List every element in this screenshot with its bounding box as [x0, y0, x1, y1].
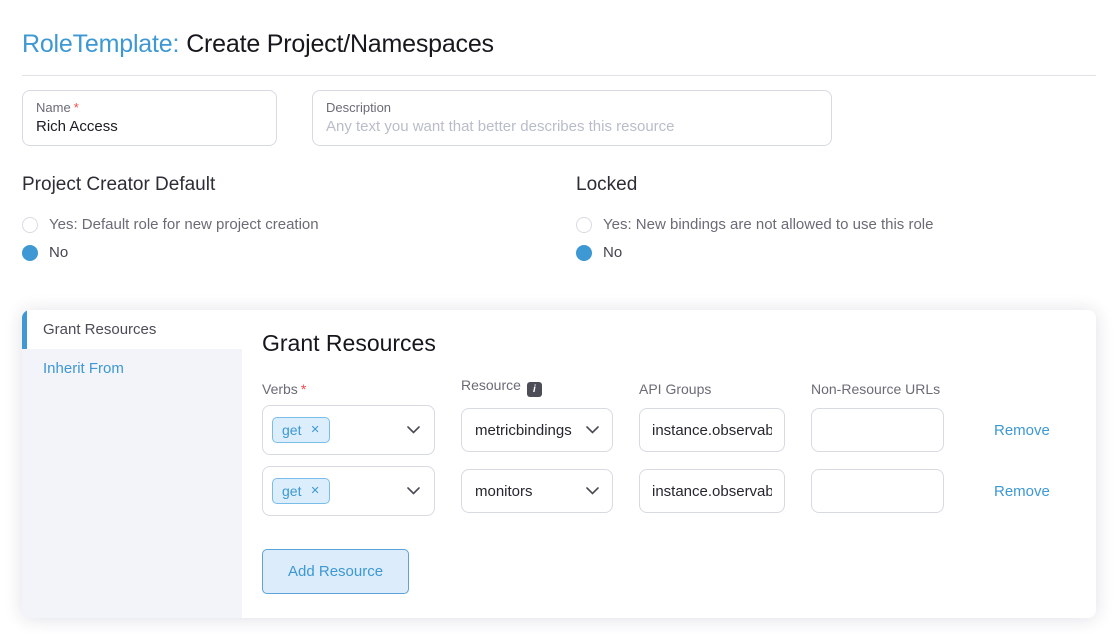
radio-sections: Project Creator Default Yes: Default rol…	[22, 174, 1096, 272]
resource-row: get ✕ monitors Remove	[262, 466, 1072, 516]
radio-project-default-yes[interactable]: Yes: Default role for new project creati…	[22, 216, 576, 233]
api-groups-input[interactable]	[639, 408, 785, 452]
chevron-down-icon	[407, 426, 420, 434]
radio-project-default-no[interactable]: No	[22, 244, 576, 261]
project-creator-default-section: Project Creator Default Yes: Default rol…	[22, 174, 576, 272]
radio-locked-yes[interactable]: Yes: New bindings are not allowed to use…	[576, 216, 933, 233]
verbs-select[interactable]: get ✕	[262, 466, 435, 516]
info-tooltip-icon[interactable]: i	[527, 382, 542, 397]
remove-row-link[interactable]: Remove	[970, 422, 1050, 439]
non-resource-urls-input[interactable]	[811, 469, 944, 513]
grant-resources-heading: Grant Resources	[262, 330, 1072, 357]
remove-row-link[interactable]: Remove	[970, 483, 1050, 500]
page-title: RoleTemplate:Create Project/Namespaces	[22, 30, 1096, 59]
resource-select[interactable]: monitors	[461, 469, 613, 513]
description-input[interactable]	[326, 118, 818, 135]
page-title-resource-type: RoleTemplate:	[22, 30, 179, 58]
name-label: Name*	[36, 100, 263, 115]
description-label: Description	[326, 100, 818, 115]
verbs-select[interactable]: get ✕	[262, 405, 435, 455]
radio-label: Yes: Default role for new project creati…	[49, 216, 319, 233]
name-input[interactable]	[36, 118, 263, 135]
project-creator-default-heading: Project Creator Default	[22, 174, 576, 196]
required-asterisk: *	[301, 381, 306, 397]
api-groups-input[interactable]	[639, 469, 785, 513]
add-resource-button[interactable]: Add Resource	[262, 549, 409, 594]
radio-button-icon[interactable]	[576, 217, 592, 233]
radio-button-icon[interactable]	[22, 245, 38, 261]
chevron-down-icon	[407, 487, 420, 495]
chevron-down-icon	[586, 426, 599, 434]
description-field[interactable]: Description	[312, 90, 832, 146]
radio-label: No	[49, 244, 68, 261]
locked-section: Locked Yes: New bindings are not allowed…	[576, 174, 933, 272]
resource-row: get ✕ metricbindings Remove	[262, 405, 1072, 455]
verb-tag-label: get	[282, 422, 301, 438]
radio-button-icon[interactable]	[22, 217, 38, 233]
verb-tag-label: get	[282, 483, 301, 499]
radio-locked-no[interactable]: No	[576, 244, 933, 261]
resources-panel: Grant Resources Inherit From Grant Resou…	[22, 310, 1096, 618]
resource-select[interactable]: metricbindings	[461, 408, 613, 452]
radio-label: No	[603, 244, 622, 261]
page-title-action: Create Project/Namespaces	[186, 30, 494, 58]
api-groups-column-label: API Groups	[639, 381, 785, 397]
verbs-column-label: Verbs*	[262, 381, 435, 397]
name-field[interactable]: Name*	[22, 90, 277, 146]
verb-tag: get ✕	[272, 478, 330, 504]
tab-grant-resources[interactable]: Grant Resources	[22, 310, 242, 349]
non-resource-urls-input[interactable]	[811, 408, 944, 452]
non-resource-urls-column-label: Non-Resource URLs	[811, 381, 944, 397]
tab-inherit-from[interactable]: Inherit From	[22, 349, 242, 388]
resource-select-value: metricbindings	[475, 422, 572, 439]
resource-column-label: Resourcei	[461, 377, 613, 397]
top-form-row: Name* Description	[22, 90, 1096, 146]
role-template-create-page: RoleTemplate:Create Project/Namespaces N…	[0, 0, 1108, 618]
column-headers: Verbs* Resourcei API Groups Non-Resource…	[262, 377, 1072, 397]
required-asterisk: *	[74, 100, 79, 115]
resource-select-value: monitors	[475, 483, 533, 500]
verb-tag: get ✕	[272, 417, 330, 443]
radio-button-icon[interactable]	[576, 245, 592, 261]
radio-label: Yes: New bindings are not allowed to use…	[603, 216, 933, 233]
panel-tab-list: Grant Resources Inherit From	[22, 310, 242, 618]
remove-verb-icon[interactable]: ✕	[310, 486, 319, 497]
grant-resources-pane: Grant Resources Verbs* Resourcei API Gro…	[242, 310, 1096, 618]
chevron-down-icon	[586, 487, 599, 495]
locked-heading: Locked	[576, 174, 933, 196]
header-divider	[22, 75, 1096, 76]
remove-verb-icon[interactable]: ✕	[310, 425, 319, 436]
